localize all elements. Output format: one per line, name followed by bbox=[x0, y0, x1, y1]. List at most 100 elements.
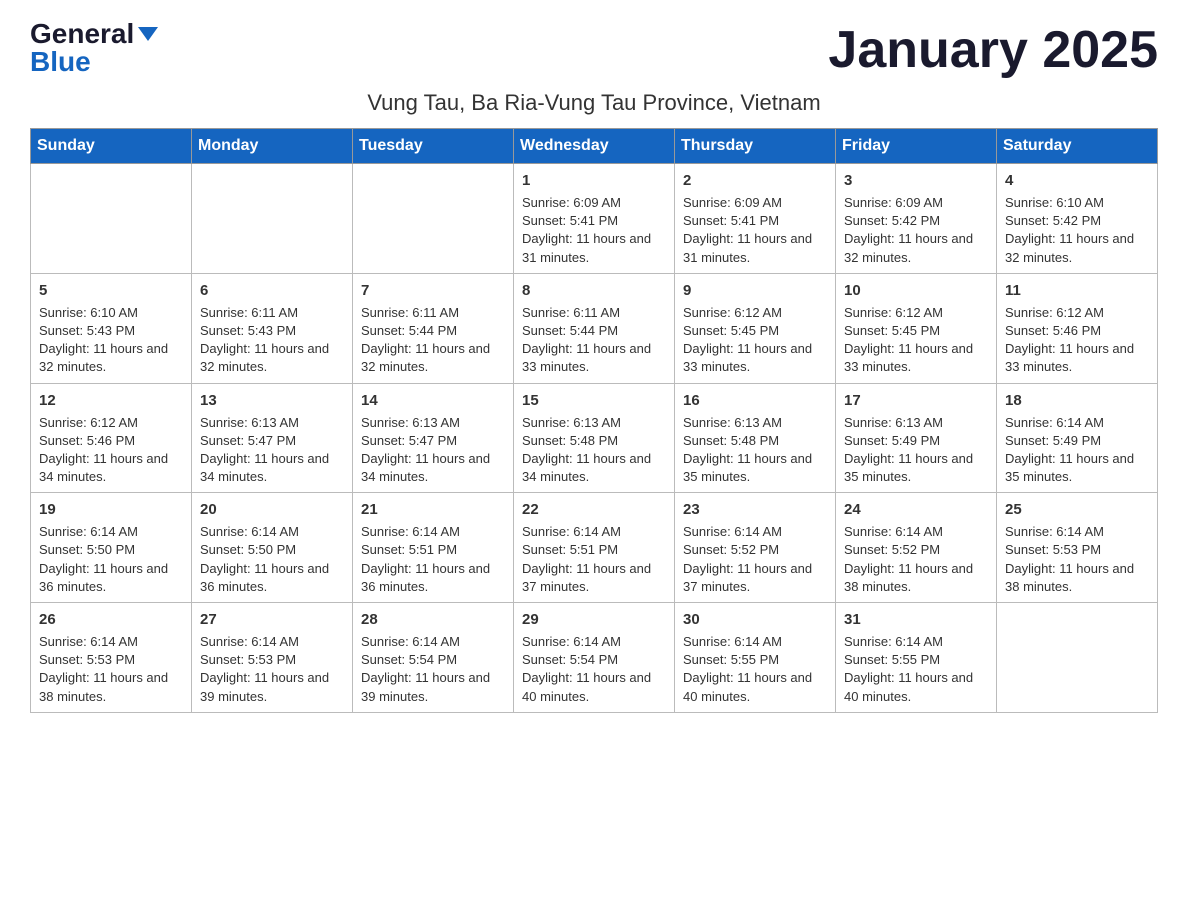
calendar-empty-cell bbox=[31, 164, 192, 274]
day-info: Sunrise: 6:14 AM Sunset: 5:49 PM Dayligh… bbox=[1005, 415, 1134, 485]
logo-general: General bbox=[30, 20, 134, 48]
calendar-day-27: 27 Sunrise: 6:14 AM Sunset: 5:53 PM Dayli… bbox=[192, 603, 353, 713]
day-info: Sunrise: 6:10 AM Sunset: 5:43 PM Dayligh… bbox=[39, 305, 168, 375]
day-number: 28 bbox=[361, 609, 505, 630]
day-info: Sunrise: 6:14 AM Sunset: 5:53 PM Dayligh… bbox=[39, 634, 168, 704]
day-header-monday: Monday bbox=[192, 129, 353, 164]
day-number: 20 bbox=[200, 499, 344, 520]
calendar-day-24: 24 Sunrise: 6:14 AM Sunset: 5:52 PM Dayli… bbox=[836, 493, 997, 603]
day-info: Sunrise: 6:13 AM Sunset: 5:47 PM Dayligh… bbox=[200, 415, 329, 485]
day-info: Sunrise: 6:12 AM Sunset: 5:46 PM Dayligh… bbox=[39, 415, 168, 485]
day-info: Sunrise: 6:14 AM Sunset: 5:55 PM Dayligh… bbox=[844, 634, 973, 704]
calendar-day-5: 5 Sunrise: 6:10 AM Sunset: 5:43 PM Daylig… bbox=[31, 273, 192, 383]
calendar-day-7: 7 Sunrise: 6:11 AM Sunset: 5:44 PM Daylig… bbox=[353, 273, 514, 383]
day-info: Sunrise: 6:12 AM Sunset: 5:46 PM Dayligh… bbox=[1005, 305, 1134, 375]
calendar-day-14: 14 Sunrise: 6:13 AM Sunset: 5:47 PM Dayli… bbox=[353, 383, 514, 493]
calendar-day-22: 22Sunrise: 6:14 AM Sunset: 5:51 PM Dayli… bbox=[514, 493, 675, 603]
day-number: 25 bbox=[1005, 499, 1149, 520]
calendar-week-row: 19 Sunrise: 6:14 AM Sunset: 5:50 PM Dayli… bbox=[31, 493, 1158, 603]
day-number: 14 bbox=[361, 390, 505, 411]
month-title: January 2025 bbox=[828, 20, 1158, 80]
calendar-day-30: 30 Sunrise: 6:14 AM Sunset: 5:55 PM Dayli… bbox=[675, 603, 836, 713]
day-info: Sunrise: 6:14 AM Sunset: 5:52 PM Dayligh… bbox=[844, 524, 973, 594]
location-subtitle: Vung Tau, Ba Ria-Vung Tau Province, Viet… bbox=[30, 90, 1158, 116]
day-number: 19 bbox=[39, 499, 183, 520]
calendar-day-12: 12 Sunrise: 6:12 AM Sunset: 5:46 PM Dayli… bbox=[31, 383, 192, 493]
day-header-friday: Friday bbox=[836, 129, 997, 164]
day-number: 1 bbox=[522, 170, 666, 191]
calendar-day-29: 29Sunrise: 6:14 AM Sunset: 5:54 PM Dayli… bbox=[514, 603, 675, 713]
calendar-day-9: 9 Sunrise: 6:12 AM Sunset: 5:45 PM Daylig… bbox=[675, 273, 836, 383]
day-number: 30 bbox=[683, 609, 827, 630]
day-number: 16 bbox=[683, 390, 827, 411]
day-number: 12 bbox=[39, 390, 183, 411]
calendar-day-6: 6 Sunrise: 6:11 AM Sunset: 5:43 PM Daylig… bbox=[192, 273, 353, 383]
day-info: Sunrise: 6:13 AM Sunset: 5:47 PM Dayligh… bbox=[361, 415, 490, 485]
calendar-day-18: 18 Sunrise: 6:14 AM Sunset: 5:49 PM Dayli… bbox=[997, 383, 1158, 493]
logo-triangle-icon bbox=[138, 27, 158, 41]
calendar-day-1: 1 Sunrise: 6:09 AM Sunset: 5:41 PM Daylig… bbox=[514, 164, 675, 274]
calendar-empty-cell bbox=[353, 164, 514, 274]
day-info: Sunrise: 6:13 AM Sunset: 5:48 PM Dayligh… bbox=[683, 415, 812, 485]
calendar-day-28: 28 Sunrise: 6:14 AM Sunset: 5:54 PM Dayli… bbox=[353, 603, 514, 713]
calendar-day-13: 13 Sunrise: 6:13 AM Sunset: 5:47 PM Dayli… bbox=[192, 383, 353, 493]
calendar-empty-cell bbox=[192, 164, 353, 274]
day-number: 22 bbox=[522, 499, 666, 520]
day-number: 26 bbox=[39, 609, 183, 630]
day-number: 7 bbox=[361, 280, 505, 301]
day-number: 15 bbox=[522, 390, 666, 411]
day-info: Sunrise: 6:09 AM Sunset: 5:41 PM Dayligh… bbox=[683, 195, 812, 265]
day-info: Sunrise: 6:14 AM Sunset: 5:50 PM Dayligh… bbox=[39, 524, 168, 594]
day-info: Sunrise: 6:11 AM Sunset: 5:43 PM Dayligh… bbox=[200, 305, 329, 375]
day-number: 13 bbox=[200, 390, 344, 411]
day-number: 17 bbox=[844, 390, 988, 411]
day-number: 23 bbox=[683, 499, 827, 520]
day-info: Sunrise: 6:09 AM Sunset: 5:42 PM Dayligh… bbox=[844, 195, 973, 265]
day-header-saturday: Saturday bbox=[997, 129, 1158, 164]
day-number: 5 bbox=[39, 280, 183, 301]
day-info: Sunrise: 6:14 AM Sunset: 5:51 PM Dayligh… bbox=[361, 524, 490, 594]
day-number: 3 bbox=[844, 170, 988, 191]
day-number: 18 bbox=[1005, 390, 1149, 411]
day-info: Sunrise: 6:14 AM Sunset: 5:54 PM Dayligh… bbox=[361, 634, 490, 704]
calendar-day-26: 26 Sunrise: 6:14 AM Sunset: 5:53 PM Dayli… bbox=[31, 603, 192, 713]
day-number: 4 bbox=[1005, 170, 1149, 191]
day-number: 24 bbox=[844, 499, 988, 520]
day-info: Sunrise: 6:11 AM Sunset: 5:44 PM Dayligh… bbox=[361, 305, 490, 375]
calendar-day-15: 15Sunrise: 6:13 AM Sunset: 5:48 PM Dayli… bbox=[514, 383, 675, 493]
day-info: Sunrise: 6:14 AM Sunset: 5:53 PM Dayligh… bbox=[200, 634, 329, 704]
day-number: 2 bbox=[683, 170, 827, 191]
day-header-sunday: Sunday bbox=[31, 129, 192, 164]
calendar-day-20: 20Sunrise: 6:14 AM Sunset: 5:50 PM Dayli… bbox=[192, 493, 353, 603]
day-info: Sunrise: 6:09 AM Sunset: 5:41 PM Dayligh… bbox=[522, 195, 651, 265]
calendar-week-row: 1 Sunrise: 6:09 AM Sunset: 5:41 PM Daylig… bbox=[31, 164, 1158, 274]
calendar-table: SundayMondayTuesdayWednesdayThursdayFrid… bbox=[30, 128, 1158, 713]
day-info: Sunrise: 6:14 AM Sunset: 5:55 PM Dayligh… bbox=[683, 634, 812, 704]
logo-blue: Blue bbox=[30, 48, 91, 76]
day-info: Sunrise: 6:10 AM Sunset: 5:42 PM Dayligh… bbox=[1005, 195, 1134, 265]
day-number: 10 bbox=[844, 280, 988, 301]
calendar-day-3: 3 Sunrise: 6:09 AM Sunset: 5:42 PM Daylig… bbox=[836, 164, 997, 274]
day-number: 11 bbox=[1005, 280, 1149, 301]
day-header-tuesday: Tuesday bbox=[353, 129, 514, 164]
calendar-day-4: 4 Sunrise: 6:10 AM Sunset: 5:42 PM Daylig… bbox=[997, 164, 1158, 274]
calendar-header-row: SundayMondayTuesdayWednesdayThursdayFrid… bbox=[31, 129, 1158, 164]
day-header-thursday: Thursday bbox=[675, 129, 836, 164]
day-info: Sunrise: 6:12 AM Sunset: 5:45 PM Dayligh… bbox=[844, 305, 973, 375]
calendar-week-row: 5 Sunrise: 6:10 AM Sunset: 5:43 PM Daylig… bbox=[31, 273, 1158, 383]
day-info: Sunrise: 6:12 AM Sunset: 5:45 PM Dayligh… bbox=[683, 305, 812, 375]
day-number: 6 bbox=[200, 280, 344, 301]
day-info: Sunrise: 6:14 AM Sunset: 5:53 PM Dayligh… bbox=[1005, 524, 1134, 594]
calendar-day-23: 23Sunrise: 6:14 AM Sunset: 5:52 PM Dayli… bbox=[675, 493, 836, 603]
day-number: 31 bbox=[844, 609, 988, 630]
day-number: 9 bbox=[683, 280, 827, 301]
day-number: 29 bbox=[522, 609, 666, 630]
calendar-day-2: 2 Sunrise: 6:09 AM Sunset: 5:41 PM Daylig… bbox=[675, 164, 836, 274]
calendar-day-16: 16 Sunrise: 6:13 AM Sunset: 5:48 PM Dayli… bbox=[675, 383, 836, 493]
page-header: General Blue January 2025 bbox=[30, 20, 1158, 80]
calendar-week-row: 26 Sunrise: 6:14 AM Sunset: 5:53 PM Dayli… bbox=[31, 603, 1158, 713]
calendar-day-19: 19 Sunrise: 6:14 AM Sunset: 5:50 PM Dayli… bbox=[31, 493, 192, 603]
day-number: 27 bbox=[200, 609, 344, 630]
day-number: 8 bbox=[522, 280, 666, 301]
logo: General Blue bbox=[30, 20, 158, 76]
